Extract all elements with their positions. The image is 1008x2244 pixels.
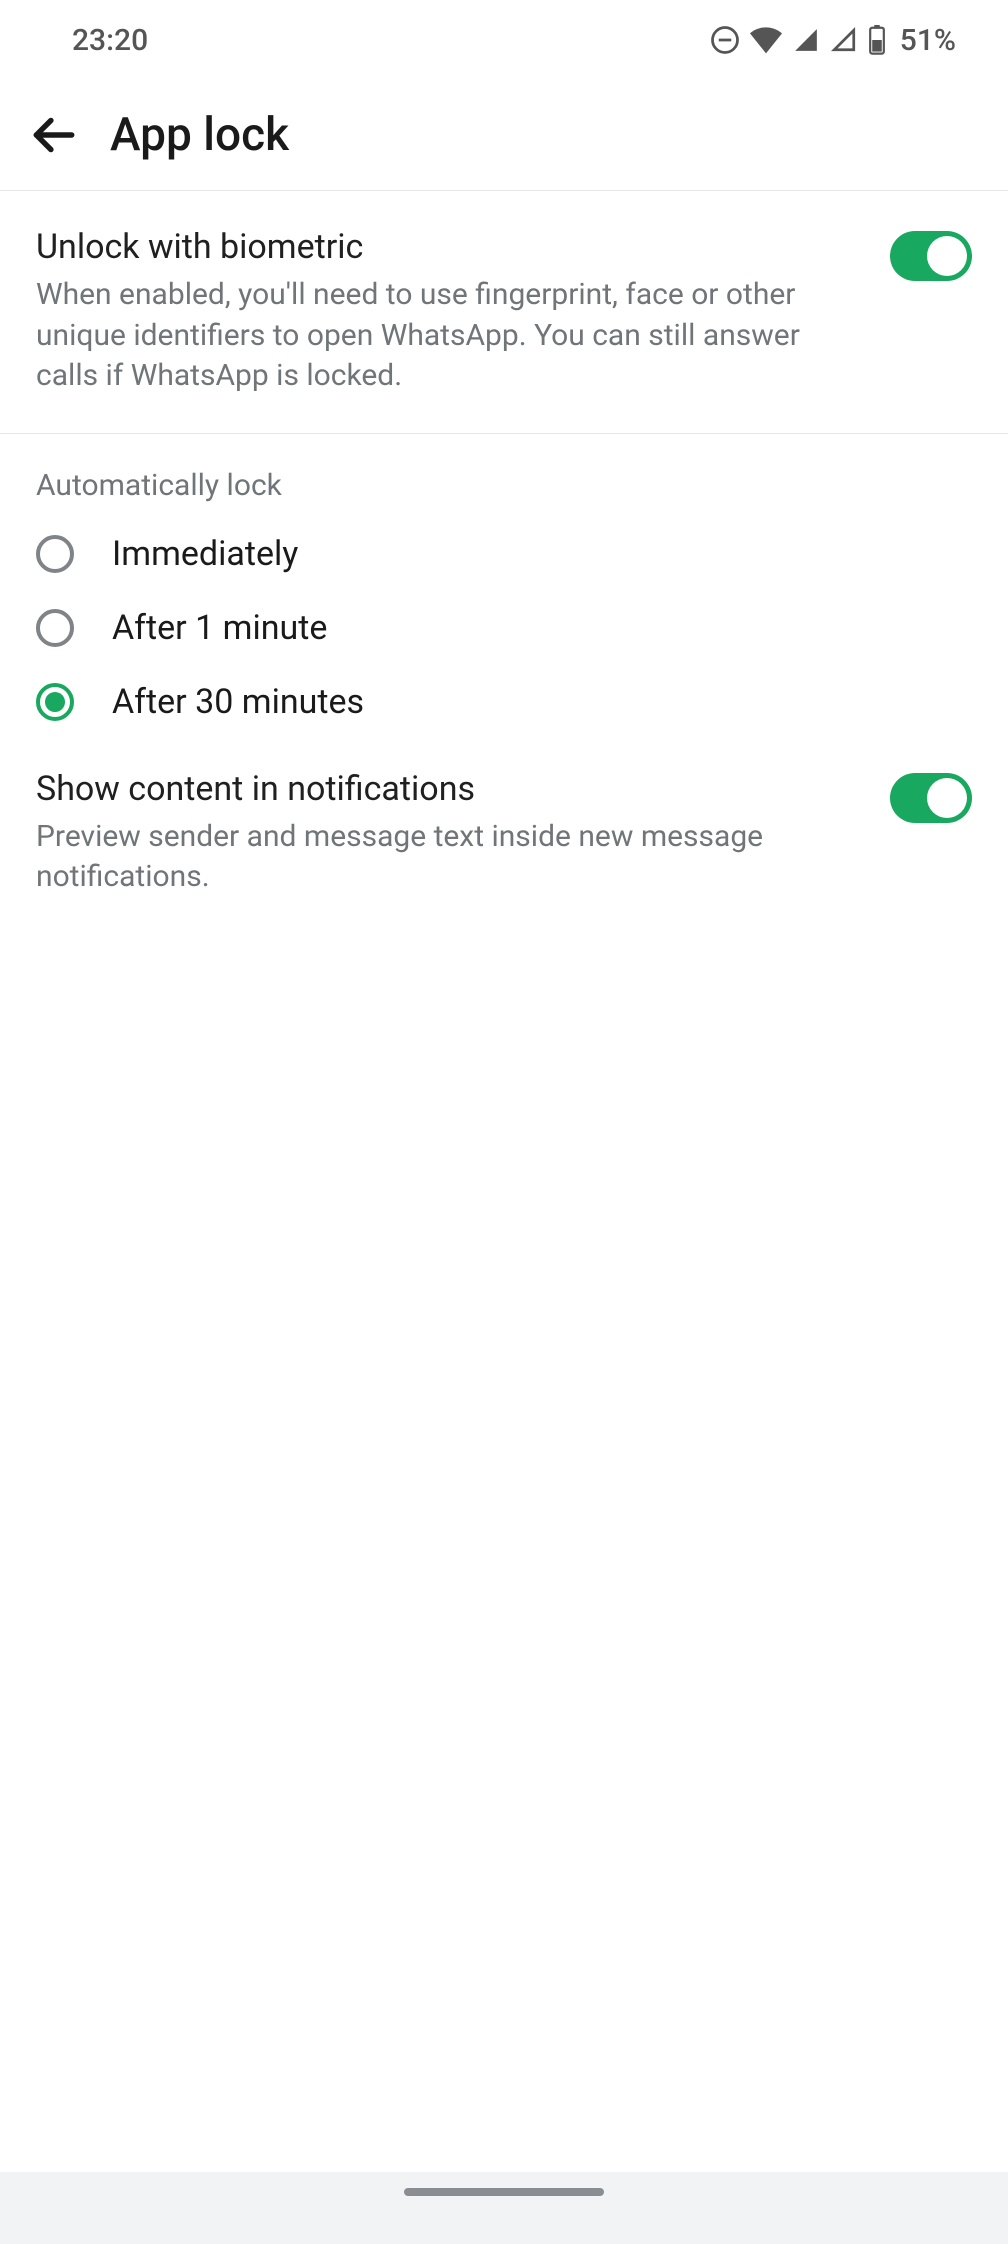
- setting-notifications[interactable]: Show content in notifications Preview se…: [0, 739, 1008, 934]
- nav-bar: [0, 2172, 1008, 2244]
- biometric-toggle[interactable]: [890, 231, 972, 281]
- setting-biometric-title: Unlock with biometric: [36, 227, 866, 267]
- radio-label: After 30 minutes: [112, 682, 364, 722]
- status-bar: 23:20 51%: [0, 0, 1008, 80]
- auto-lock-option-30min[interactable]: After 30 minutes: [0, 665, 1008, 739]
- back-icon[interactable]: [28, 110, 78, 160]
- setting-notifications-title: Show content in notifications: [36, 769, 866, 809]
- battery-icon: [868, 25, 886, 55]
- home-indicator[interactable]: [404, 2188, 604, 2196]
- setting-biometric[interactable]: Unlock with biometric When enabled, you'…: [0, 191, 1008, 433]
- signal-icon-2: [830, 27, 858, 53]
- radio-icon: [36, 683, 74, 721]
- status-right-cluster: 51%: [710, 23, 956, 58]
- page-title: App lock: [110, 108, 289, 162]
- app-bar: App lock: [0, 80, 1008, 190]
- radio-label: Immediately: [112, 534, 298, 574]
- battery-percent: 51%: [900, 23, 956, 58]
- radio-icon: [36, 535, 74, 573]
- auto-lock-section-label: Automatically lock: [0, 434, 1008, 517]
- radio-label: After 1 minute: [112, 608, 327, 648]
- signal-icon-1: [792, 27, 820, 53]
- setting-biometric-desc: When enabled, you'll need to use fingerp…: [36, 275, 866, 397]
- dnd-icon: [710, 25, 740, 55]
- notifications-toggle[interactable]: [890, 773, 972, 823]
- auto-lock-option-immediately[interactable]: Immediately: [0, 517, 1008, 591]
- status-time: 23:20: [72, 23, 148, 58]
- wifi-icon: [750, 26, 782, 54]
- setting-notifications-desc: Preview sender and message text inside n…: [36, 817, 866, 898]
- auto-lock-option-1min[interactable]: After 1 minute: [0, 591, 1008, 665]
- radio-icon: [36, 609, 74, 647]
